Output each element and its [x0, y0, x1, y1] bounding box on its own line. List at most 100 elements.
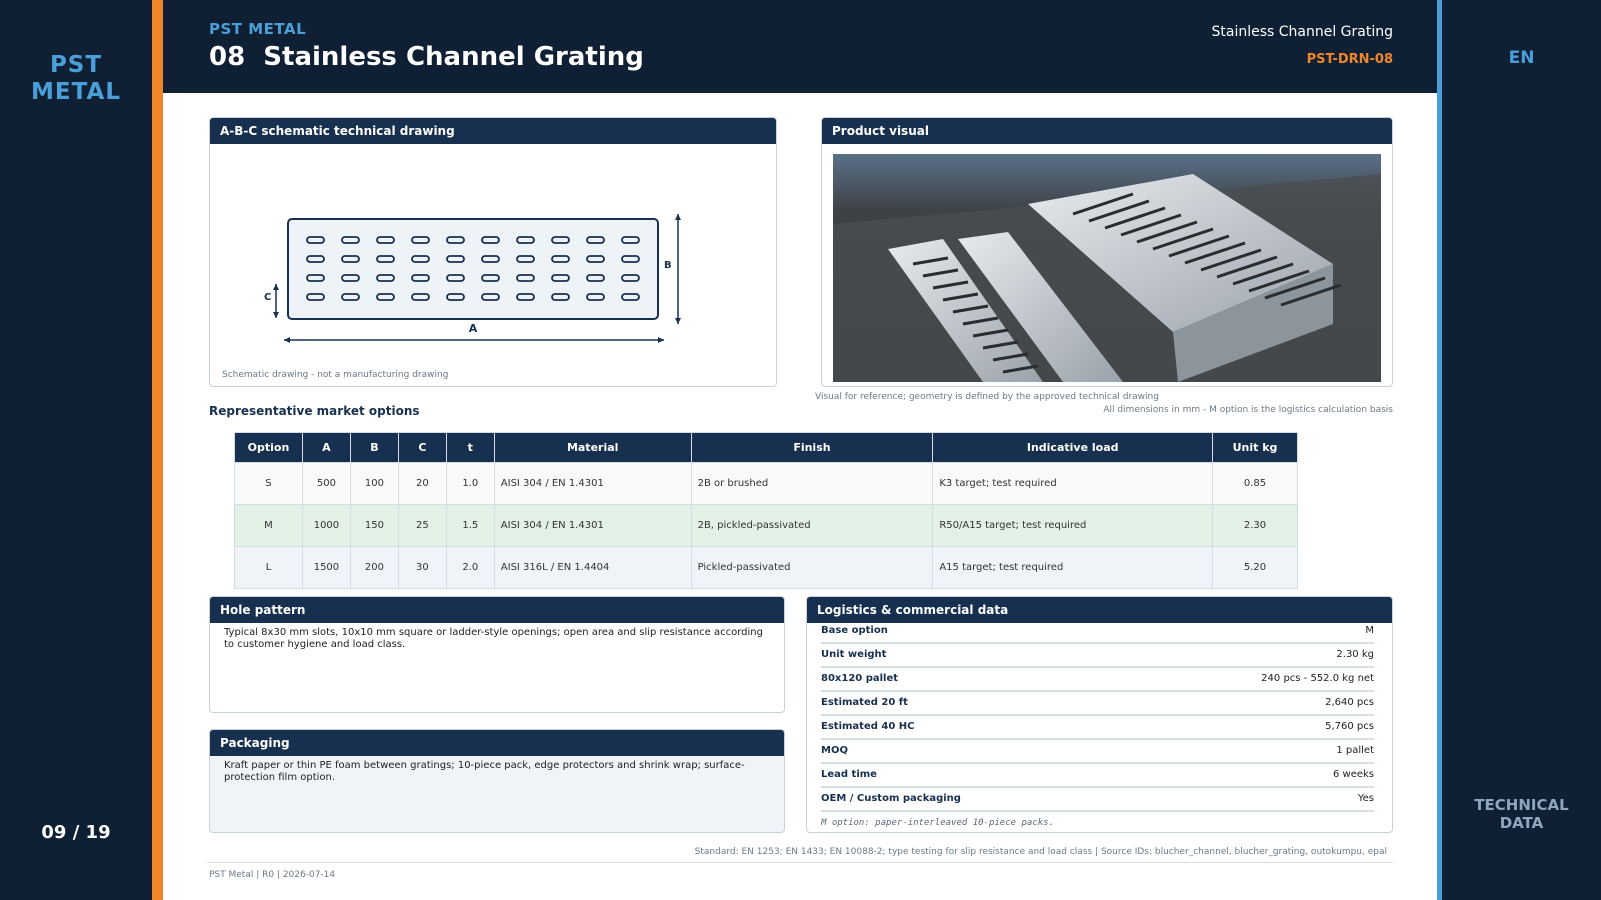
- packaging-title: Packaging: [210, 730, 784, 756]
- logistics-value: 2.30 kg: [1336, 649, 1374, 660]
- logistics-row: Estimated 40 HC 5,760 pcs: [821, 716, 1374, 740]
- dimension-b-arrow-bottom: [675, 318, 681, 324]
- hole-pattern-text: Typical 8x30 mm slots, 10x10 mm square o…: [224, 627, 763, 650]
- logistics-row: Estimated 20 ft 2,640 pcs: [821, 692, 1374, 716]
- cell-finish: Pickled-passivated: [690, 546, 934, 589]
- visual-panel: Product visual: [821, 117, 1393, 387]
- col-header-option: Option: [234, 432, 303, 463]
- hole-pattern-title: Hole pattern: [210, 597, 784, 623]
- col-header-t: t: [445, 432, 495, 463]
- cell-b: 150: [349, 504, 399, 547]
- cell-t: 1.5: [445, 504, 495, 547]
- logistics-value: Yes: [1357, 793, 1374, 804]
- header-subtitle: Stainless Channel Grating: [1211, 24, 1393, 40]
- logistics-key: 80x120 pallet: [821, 673, 899, 684]
- cell-unit-kg: 5.20: [1212, 546, 1298, 589]
- logistics-row: OEM / Custom packaging Yes: [821, 788, 1374, 812]
- col-header-load: Indicative load: [932, 432, 1214, 463]
- cell-finish: 2B or brushed: [690, 462, 934, 505]
- dimension-c-arrow-bottom: [273, 312, 279, 318]
- table-header-row: Option A B C t Material Finish Indicativ…: [234, 432, 1298, 463]
- logistics-row: MOQ 1 pallet: [821, 740, 1374, 764]
- section-tag: TECHNICAL DATA: [1442, 796, 1601, 832]
- hole-pattern-panel: Hole pattern Typical 8x30 mm slots, 10x1…: [209, 596, 785, 713]
- logistics-row: Lead time 6 weeks: [821, 764, 1374, 788]
- table-row: S 500 100 20 1.0 AISI 304 / EN 1.4301 2B…: [234, 462, 1298, 505]
- cell-load: R50/A15 target; test required: [932, 504, 1214, 547]
- logistics-list: Base option M Unit weight 2.30 kg 80x120 p…: [807, 620, 1392, 812]
- logistics-value: 5,760 pcs: [1325, 721, 1374, 732]
- logistics-value: 1 pallet: [1336, 745, 1374, 756]
- cell-b: 200: [349, 546, 399, 589]
- brand-logo-line1: PST: [49, 52, 103, 78]
- brand-logo: PST METAL: [0, 52, 152, 106]
- logistics-row: Base option M: [821, 620, 1374, 644]
- cell-material: AISI 304 / EN 1.4301: [493, 504, 692, 547]
- visual-caption: Visual for reference; geometry is define…: [815, 392, 1159, 402]
- cell-b: 100: [349, 462, 399, 505]
- cell-a: 1500: [301, 546, 351, 589]
- page-title: 08 Stainless Channel Grating: [209, 42, 644, 72]
- cell-option: L: [234, 546, 303, 589]
- cell-material: AISI 316L / EN 1.4404: [493, 546, 692, 589]
- col-header-c: C: [397, 432, 447, 463]
- logistics-key: OEM / Custom packaging: [821, 793, 961, 804]
- cell-a: 500: [301, 462, 351, 505]
- logistics-key: Unit weight: [821, 649, 887, 660]
- orange-accent-strip: [152, 0, 163, 900]
- cell-material: AISI 304 / EN 1.4301: [493, 462, 692, 505]
- drawing-caption: Schematic drawing - not a manufacturing …: [222, 370, 449, 380]
- cell-t: 2.0: [445, 546, 495, 589]
- page-header: PST METAL 08 Stainless Channel Grating S…: [163, 0, 1437, 93]
- cell-t: 1.0: [445, 462, 495, 505]
- product-photo: [833, 154, 1381, 382]
- table-row: M 1000 150 25 1.5 AISI 304 / EN 1.4301 2…: [234, 504, 1298, 547]
- col-header-a: A: [301, 432, 351, 463]
- logistics-row: 80x120 pallet 240 pcs - 552.0 kg net: [821, 668, 1374, 692]
- cell-unit-kg: 2.30: [1212, 504, 1298, 547]
- logistics-value: M: [1365, 625, 1374, 636]
- visual-panel-title: Product visual: [822, 118, 1392, 144]
- grating-outline: [287, 218, 659, 320]
- dimension-a-label: A: [469, 322, 478, 335]
- cell-unit-kg: 0.85: [1212, 462, 1298, 505]
- document-code: PST-DRN-08: [1306, 52, 1393, 67]
- col-header-b: B: [349, 432, 399, 463]
- logistics-key: Estimated 20 ft: [821, 697, 908, 708]
- cell-c: 30: [397, 546, 447, 589]
- language-indicator[interactable]: EN: [1442, 48, 1601, 68]
- cell-load: A15 target; test required: [932, 546, 1214, 589]
- packaging-panel: Packaging Kraft paper or thin PE foam be…: [209, 729, 785, 833]
- logistics-value: 6 weeks: [1332, 769, 1374, 780]
- logistics-note: M option: paper-interleaved 10-piece pac…: [821, 818, 1054, 828]
- logistics-value: 2,640 pcs: [1325, 697, 1374, 708]
- footer-standard: Standard: EN 1253; EN 1433; EN 10088-2; …: [694, 847, 1387, 857]
- brand-kicker: PST METAL: [209, 20, 307, 38]
- table-row: L 1500 200 30 2.0 AISI 316L / EN 1.4404 …: [234, 546, 1298, 589]
- footer-divider: [207, 862, 1393, 863]
- brand-logo-line2: METAL: [31, 79, 121, 105]
- cell-finish: 2B, pickled-passivated: [690, 504, 934, 547]
- left-sidebar: PST METAL 09 / 19: [0, 0, 152, 900]
- logistics-row: Unit weight 2.30 kg: [821, 644, 1374, 668]
- options-table-title: Representative market options: [209, 404, 420, 418]
- logistics-value: 240 pcs - 552.0 kg net: [1261, 673, 1374, 684]
- dimension-b-label: B: [664, 260, 672, 271]
- dimension-c-label: C: [264, 292, 271, 303]
- cell-a: 1000: [301, 504, 351, 547]
- logistics-panel: Logistics & commercial data Base option M…: [806, 596, 1393, 833]
- section-tag-line1: TECHNICAL: [1474, 796, 1569, 814]
- drawing-panel-title: A-B-C schematic technical drawing: [210, 118, 776, 144]
- cell-option: S: [234, 462, 303, 505]
- dimension-b-arrow-top: [675, 214, 681, 220]
- right-sidebar: EN TECHNICAL DATA: [1442, 0, 1601, 900]
- col-header-material: Material: [493, 432, 692, 463]
- col-header-unit-kg: Unit kg: [1212, 432, 1298, 463]
- drawing-panel: A-B-C schematic technical drawing A B C …: [209, 117, 777, 387]
- dimensions-note: All dimensions in mm - M option is the l…: [1103, 405, 1393, 415]
- cell-c: 20: [397, 462, 447, 505]
- dimension-a-arrow-left: [284, 337, 290, 343]
- dimension-a-arrow-right: [658, 337, 664, 343]
- section-tag-line2: DATA: [1499, 814, 1544, 832]
- options-table: Option A B C t Material Finish Indicativ…: [234, 432, 1298, 589]
